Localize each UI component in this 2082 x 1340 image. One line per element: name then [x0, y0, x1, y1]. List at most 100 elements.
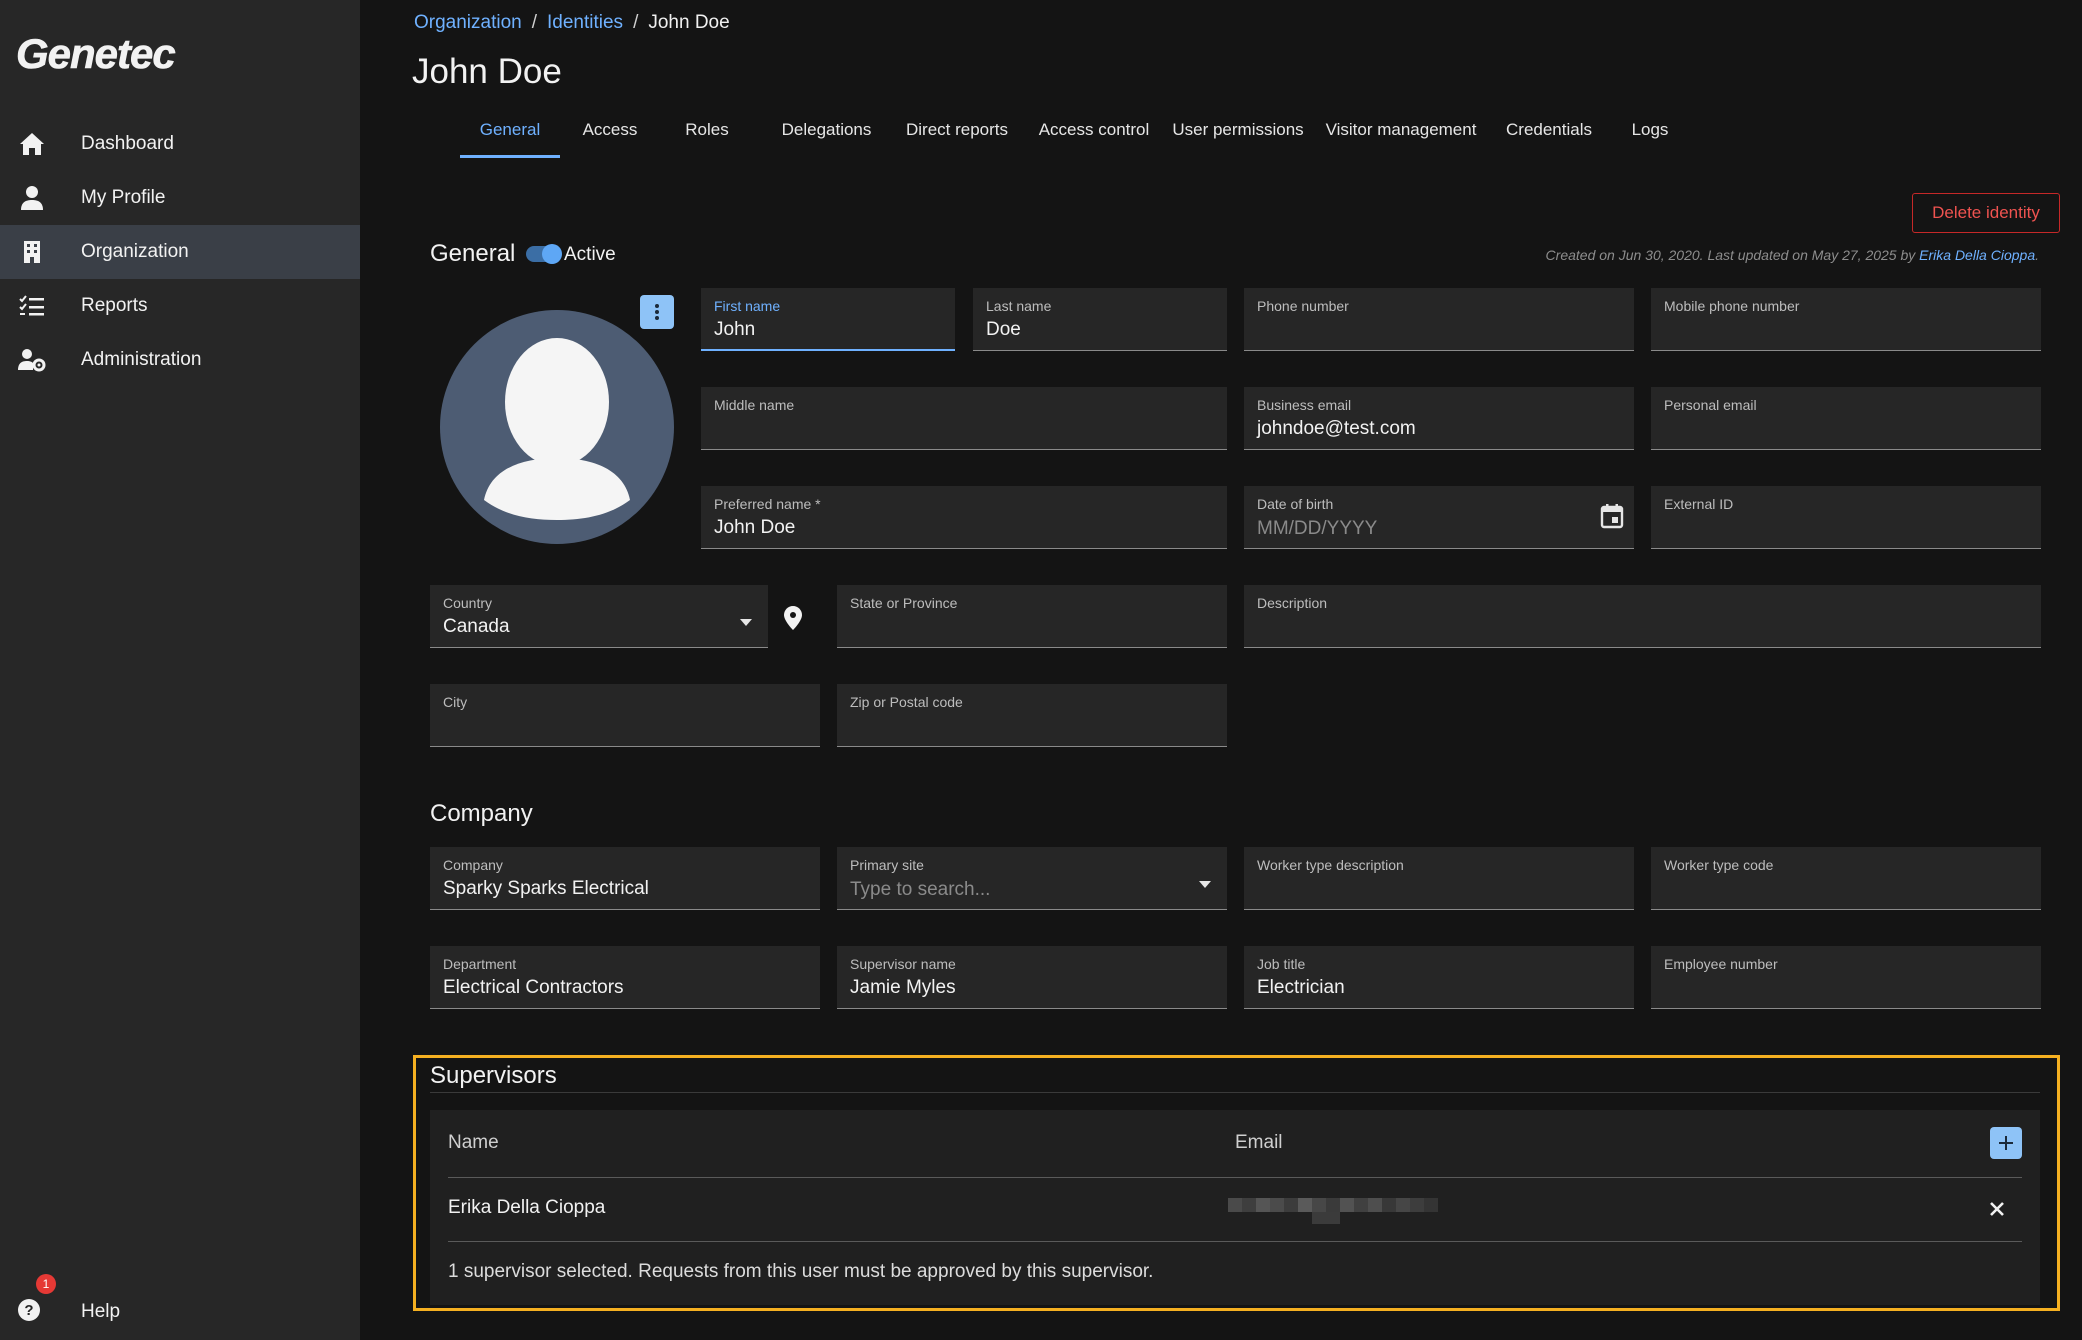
field-value: Electrical Contractors [443, 977, 624, 998]
field-label: Worker type code [1664, 857, 1774, 873]
field-value: Electrician [1257, 977, 1345, 998]
sidebar-item-my-profile[interactable]: My Profile [0, 171, 360, 225]
remove-supervisor-button[interactable] [1982, 1194, 2012, 1224]
field-label: City [443, 694, 468, 710]
zip-postal-field[interactable]: Zip or Postal code [837, 684, 1227, 747]
chevron-down-icon [1199, 875, 1211, 893]
help-icon: ? [17, 1298, 41, 1327]
supervisor-name-cell: Erika Della Cioppa [448, 1197, 606, 1218]
breadcrumb-separator: / [531, 12, 538, 33]
phone-number-field[interactable]: Phone number [1244, 288, 1634, 351]
field-label: First name [714, 298, 781, 314]
worker-type-code-field[interactable]: Worker type code [1651, 847, 2041, 910]
tab-roles[interactable]: Roles [660, 110, 754, 158]
sidebar-item-label: Organization [81, 241, 189, 262]
personal-email-field[interactable]: Personal email [1651, 387, 2041, 450]
field-label: Middle name [714, 397, 795, 413]
field-label: Phone number [1257, 298, 1349, 314]
building-icon [17, 237, 47, 267]
sidebar-item-organization[interactable]: Organization [0, 225, 360, 279]
job-title-field[interactable]: Job title Electrician [1244, 946, 1634, 1009]
field-placeholder: MM/DD/YYYY [1257, 518, 1378, 539]
calendar-icon[interactable] [1600, 503, 1624, 534]
tab-access[interactable]: Access [560, 110, 660, 158]
sidebar: Genetec Dashboard My Profile Organizatio… [0, 0, 360, 1340]
date-of-birth-field[interactable]: Date of birth MM/DD/YYYY [1244, 486, 1634, 549]
field-label: Country [443, 595, 493, 611]
sidebar-item-reports[interactable]: Reports [0, 279, 360, 333]
business-email-field[interactable]: Business email johndoe@test.com [1244, 387, 1634, 450]
field-label: Job title [1257, 956, 1306, 972]
breadcrumb-current: John Doe [648, 12, 730, 33]
sidebar-item-administration[interactable]: Administration [0, 333, 360, 387]
tab-logs[interactable]: Logs [1610, 110, 1690, 158]
breadcrumb-organization[interactable]: Organization [414, 12, 522, 34]
column-header-email: Email [1235, 1132, 1283, 1153]
svg-text:?: ? [24, 1302, 33, 1319]
svg-text:Genetec: Genetec [16, 30, 175, 77]
breadcrumb: Organization / Identities / John Doe [414, 12, 730, 34]
description-field[interactable]: Description [1244, 585, 2041, 648]
genetec-logo[interactable]: Genetec [16, 30, 210, 78]
field-label: Personal email [1664, 397, 1757, 413]
external-id-field[interactable]: External ID [1651, 486, 2041, 549]
supervisor-name-field[interactable]: Supervisor name Jamie Myles [837, 946, 1227, 1009]
add-supervisor-button[interactable] [1990, 1127, 2022, 1159]
delete-identity-button[interactable]: Delete identity [1912, 193, 2060, 233]
user-gear-icon [17, 345, 47, 375]
field-label: Supervisor name [850, 956, 956, 972]
tab-direct-reports[interactable]: Direct reports [894, 110, 1020, 158]
field-label: External ID [1664, 496, 1734, 512]
tab-general[interactable]: General [460, 110, 560, 158]
location-pin-icon[interactable] [784, 606, 802, 635]
more-vertical-icon [655, 304, 659, 320]
country-select[interactable]: Country Canada [430, 585, 768, 648]
tab-user-permissions[interactable]: User permissions [1168, 110, 1308, 158]
table-divider [448, 1241, 2022, 1242]
active-toggle[interactable] [526, 244, 562, 264]
preferred-name-field[interactable]: Preferred name * John Doe [701, 486, 1227, 549]
first-name-field[interactable]: First name John [701, 288, 955, 351]
middle-name-field[interactable]: Middle name [701, 387, 1227, 450]
primary-site-select[interactable]: Primary site Type to search... [837, 847, 1227, 910]
tab-credentials[interactable]: Credentials [1494, 110, 1604, 158]
department-field[interactable]: Department Electrical Contractors [430, 946, 820, 1009]
tab-access-control[interactable]: Access control [1029, 110, 1159, 158]
field-label: State or Province [850, 595, 958, 611]
field-label: Last name [986, 298, 1052, 314]
audit-text-end: . [2035, 247, 2039, 263]
field-label: Primary site [850, 857, 924, 873]
state-province-field[interactable]: State or Province [837, 585, 1227, 648]
sidebar-item-dashboard[interactable]: Dashboard [0, 117, 360, 171]
worker-type-description-field[interactable]: Worker type description [1244, 847, 1634, 910]
supervisors-table: Name Email Erika Della Cioppa 1 supervis… [430, 1110, 2040, 1305]
section-divider [430, 1092, 2040, 1093]
field-value: John Doe [714, 517, 796, 538]
company-field[interactable]: Company Sparky Sparks Electrical [430, 847, 820, 910]
sidebar-item-label: Dashboard [81, 133, 174, 154]
tab-visitor-management[interactable]: Visitor management [1318, 110, 1484, 158]
avatar-menu-button[interactable] [640, 295, 674, 329]
field-label: Business email [1257, 397, 1352, 413]
sidebar-item-help[interactable]: ? 1 Help [0, 1274, 360, 1339]
chevron-down-icon [740, 613, 752, 631]
active-toggle-label: Active [564, 244, 616, 265]
employee-number-field[interactable]: Employee number [1651, 946, 2041, 1009]
field-value: John [714, 319, 756, 340]
breadcrumb-identities[interactable]: Identities [547, 12, 623, 34]
avatar [440, 310, 674, 544]
field-value: Doe [986, 319, 1021, 340]
sidebar-item-label: Help [81, 1301, 121, 1322]
audit-info: Created on Jun 30, 2020. Last updated on… [1546, 247, 2039, 263]
tab-delegations[interactable]: Delegations [769, 110, 884, 158]
page-title: John Doe [412, 52, 562, 91]
audit-user-link[interactable]: Erika Della Cioppa [1919, 247, 2035, 263]
last-name-field[interactable]: Last name Doe [973, 288, 1227, 351]
redacted-email-cell [1228, 1198, 1440, 1226]
sidebar-item-label: My Profile [81, 187, 166, 208]
city-field[interactable]: City [430, 684, 820, 747]
field-placeholder: Type to search... [850, 879, 991, 900]
field-value: Canada [443, 616, 510, 637]
breadcrumb-separator: / [633, 12, 639, 33]
mobile-phone-field[interactable]: Mobile phone number [1651, 288, 2041, 351]
